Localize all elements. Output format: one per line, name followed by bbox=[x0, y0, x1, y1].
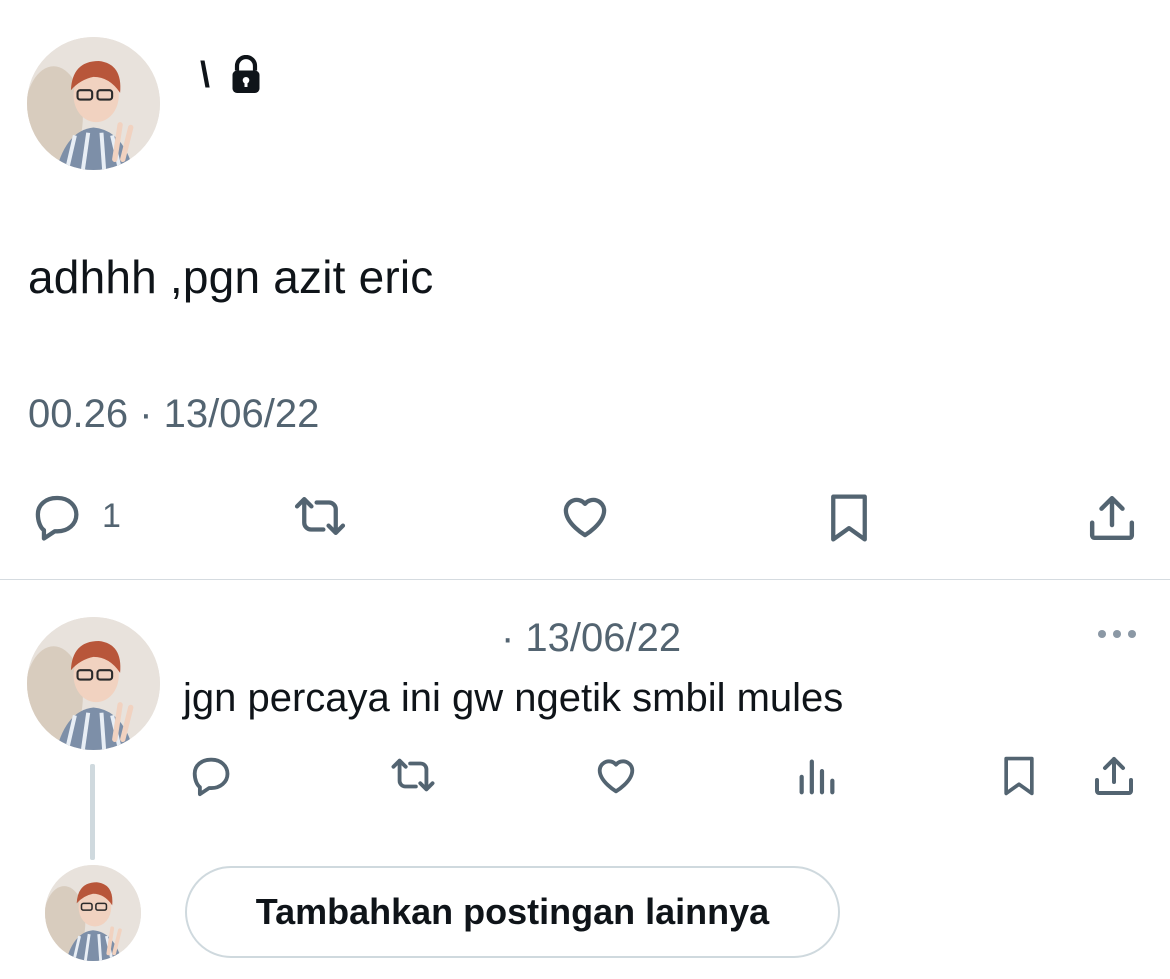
more-button[interactable] bbox=[1094, 622, 1140, 646]
lock-icon bbox=[228, 55, 264, 95]
share-button[interactable] bbox=[1084, 490, 1140, 546]
avatar-image bbox=[27, 37, 160, 170]
reply-share-button[interactable] bbox=[1090, 752, 1138, 800]
tweet-timestamp[interactable]: 00.26 · 13/06/22 bbox=[28, 392, 319, 437]
reply-views-button[interactable] bbox=[794, 752, 840, 798]
reply-icon bbox=[35, 495, 79, 541]
avatar-image bbox=[27, 617, 160, 750]
divider bbox=[0, 579, 1170, 580]
avatar-image bbox=[45, 865, 141, 961]
like-icon bbox=[597, 759, 635, 794]
reply-author-avatar[interactable] bbox=[27, 617, 160, 750]
reply-icon bbox=[192, 757, 230, 797]
share-icon bbox=[1095, 757, 1133, 795]
like-icon bbox=[563, 497, 607, 538]
reply-repost-button[interactable] bbox=[385, 752, 441, 798]
reply-reply-button[interactable] bbox=[186, 752, 236, 798]
repost-icon bbox=[391, 758, 435, 792]
author-name-row: \ bbox=[200, 52, 264, 98]
share-icon bbox=[1089, 495, 1135, 541]
reply-count: 1 bbox=[102, 496, 121, 535]
tweet-text: adhhh ,pgn azit eric bbox=[28, 251, 434, 303]
bookmark-icon bbox=[831, 494, 867, 542]
reply-button[interactable]: 1 bbox=[28, 490, 121, 542]
repost-icon bbox=[294, 496, 346, 536]
add-another-post-button[interactable]: Tambahkan postingan lainnya bbox=[185, 866, 840, 958]
reply-header: · 13/06/22 bbox=[183, 614, 681, 662]
reply-text: jgn percaya ini gw ngetik smbil mules bbox=[183, 676, 844, 720]
more-icon bbox=[1098, 630, 1136, 638]
bookmark-button[interactable] bbox=[822, 490, 876, 546]
reply-like-button[interactable] bbox=[590, 752, 642, 798]
bookmark-icon bbox=[1004, 756, 1034, 796]
current-user-avatar[interactable] bbox=[45, 865, 141, 961]
reply-bookmark-button[interactable] bbox=[997, 752, 1041, 800]
thread-connector-line bbox=[90, 764, 95, 860]
author-display-name[interactable]: \ bbox=[200, 54, 210, 96]
repost-button[interactable] bbox=[288, 490, 352, 542]
reply-date[interactable]: · 13/06/22 bbox=[501, 616, 681, 661]
views-icon bbox=[799, 759, 835, 795]
author-avatar[interactable] bbox=[27, 37, 160, 170]
like-button[interactable] bbox=[555, 490, 615, 542]
